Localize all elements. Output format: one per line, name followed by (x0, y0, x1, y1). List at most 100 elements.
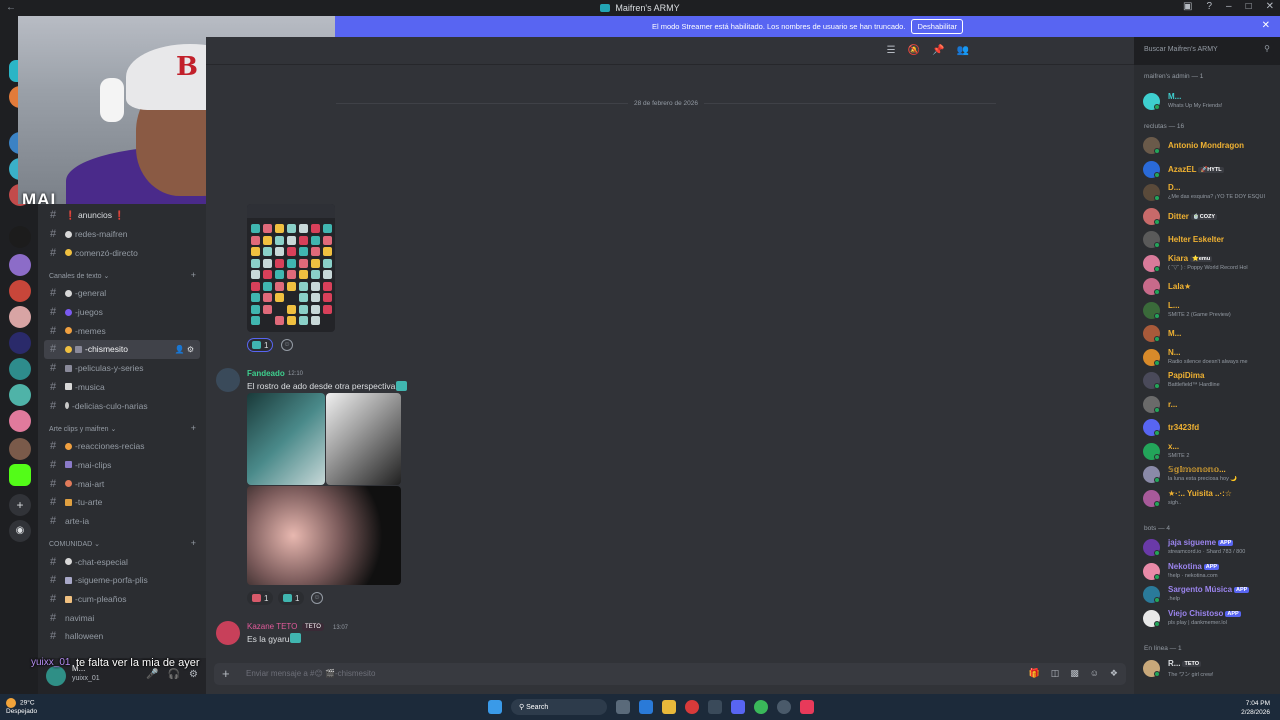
music-app-icon[interactable] (800, 700, 814, 714)
member-item[interactable]: M... Whats Up My Friends! (1143, 91, 1279, 113)
channel-delicias-culo-narias[interactable]: # -delicias-culo-narias (38, 396, 206, 415)
member-item[interactable]: 𝕊𝕘𝕚𝕞𝕠𝕟𝕠𝕟𝕠... la luna esta preciosa hoy 🌙 (1143, 464, 1279, 486)
channel-general[interactable]: # -general (38, 284, 206, 303)
message-author[interactable]: Fandeado (247, 369, 285, 378)
back-arrow-icon[interactable]: ← (6, 2, 16, 13)
channel-chismesito[interactable]: # -chismesito 👤 ⚙ (44, 340, 200, 359)
member-item[interactable]: Ditter 🍵COZY (1143, 206, 1279, 228)
category-header[interactable]: COMUNIDAD ⌄ + (38, 530, 206, 552)
reaction-button[interactable]: 1 (278, 591, 305, 605)
member-item[interactable]: Viejo Chistoso APP pls play | dankmemer.lo… (1143, 608, 1279, 630)
member-item[interactable]: Nekotina APP !help · nekotina.com (1143, 561, 1279, 583)
app-icon[interactable] (708, 700, 722, 714)
file-explorer-icon[interactable] (662, 700, 676, 714)
member-item[interactable]: jaja sigueme APP streamcord.io · Shard 783… (1143, 537, 1279, 559)
member-item[interactable]: D... ¿Me das esquina? ¡YO TE DOY ESQUI (1143, 182, 1279, 204)
weather-widget[interactable]: 29°C Despejado (6, 698, 37, 716)
gif-icon[interactable]: ◫ (1051, 668, 1060, 679)
add-server-icon[interactable]: + (9, 494, 31, 516)
member-item[interactable]: Lala★ (1143, 276, 1279, 298)
member-item[interactable]: Kiara ⭐emu( ˘▽˘ ) : Poppy World Record Ho… (1143, 253, 1279, 275)
member-item[interactable]: AzazEL 🚀HYTL (1143, 159, 1279, 181)
add-channel-icon[interactable]: + (191, 270, 196, 280)
channel-sigueme-porfa-plis[interactable]: # -sigueme-porfa-plis (38, 571, 206, 590)
notifications-icon[interactable]: 🔕 (908, 45, 920, 56)
channel-cum-pleanos[interactable]: # -cum-pleaños (38, 590, 206, 609)
windows-start-icon[interactable] (488, 700, 502, 714)
member-list-icon[interactable]: 👥 (957, 45, 969, 56)
member-item[interactable]: Antonio Mondragon (1143, 135, 1279, 157)
channel-comenzo-directo[interactable]: # comenzó-directo (38, 243, 206, 262)
emoji-icon[interactable]: ☺ (1090, 668, 1099, 679)
channel-reacciones-recias[interactable]: # -reacciones-recias (38, 437, 206, 456)
member-item[interactable]: r... (1143, 394, 1279, 416)
member-item[interactable]: Sargento Música APP .help (1143, 584, 1279, 606)
discord-taskbar-icon[interactable] (731, 700, 745, 714)
system-clock[interactable]: 7:04 PM 2/28/2026 (1241, 699, 1270, 717)
member-item[interactable]: ★·:.. Yuisita ..·:☆ sigh.. (1143, 488, 1279, 510)
avatar[interactable] (216, 368, 240, 392)
channel-redes-maifren[interactable]: # redes-maifren (38, 225, 206, 244)
task-view-icon[interactable] (616, 700, 630, 714)
channel-tu-arte[interactable]: # -tu-arte (38, 493, 206, 512)
member-item[interactable]: L... SMITE 2 (Game Preview) (1143, 300, 1279, 322)
member-item[interactable]: M... (1143, 323, 1279, 345)
taskbar-search[interactable]: ⚲ Search (511, 699, 607, 715)
channel-arte-ia[interactable]: # arte-ia (38, 512, 206, 531)
channel-navimai[interactable]: # navimai (38, 608, 206, 627)
server-icon[interactable] (9, 410, 31, 432)
category-header[interactable]: Canales de texto ⌄ + (38, 262, 206, 284)
threads-icon[interactable]: ☰ (887, 45, 896, 56)
opera-icon[interactable] (685, 700, 699, 714)
member-item[interactable]: PapiDima Battlefield™ Hardline (1143, 370, 1279, 392)
gift-icon[interactable]: 🎁 (1028, 668, 1039, 679)
member-item[interactable]: tr3423fd (1143, 417, 1279, 439)
add-channel-icon[interactable]: + (191, 423, 196, 433)
message-image-stickers[interactable] (247, 204, 335, 332)
search-input[interactable]: Buscar Maifren's ARMY ⚲ (1140, 43, 1274, 57)
avatar[interactable] (216, 621, 240, 645)
message-image-3[interactable] (247, 486, 401, 585)
disable-streamer-button[interactable]: Deshabilitar (911, 19, 964, 34)
help-icon[interactable]: ? (1206, 1, 1212, 12)
pin-icon[interactable]: 📌 (932, 45, 944, 56)
maximize-button[interactable]: □ (1246, 1, 1252, 12)
channel-anuncios[interactable]: # ❗ anuncios ❗ (38, 206, 206, 225)
discover-icon[interactable]: ◉ (9, 520, 31, 542)
server-icon[interactable] (9, 358, 31, 380)
channel-chat-especial[interactable]: # -chat-especial (38, 552, 206, 571)
message-image-1[interactable] (247, 393, 325, 485)
member-item[interactable]: N... Radio silence doesn't always me (1143, 347, 1279, 369)
channel-mai-art[interactable]: # -mai-art (38, 474, 206, 493)
server-icon[interactable] (9, 384, 31, 406)
message-author[interactable]: Kazane TETO (247, 622, 297, 631)
chrome-icon[interactable] (754, 700, 768, 714)
server-icon[interactable] (9, 306, 31, 328)
message-composer[interactable]: + Enviar mensaje a #😊 🎬-chismesito 🎁 ◫ ▩… (214, 663, 1126, 685)
channel-mai-clips[interactable]: # -mai-clips (38, 456, 206, 475)
member-item[interactable]: x... SMITE 2 (1143, 441, 1279, 463)
server-icon[interactable] (9, 226, 31, 248)
minimize-button[interactable]: – (1226, 1, 1232, 12)
edge-icon[interactable] (639, 700, 653, 714)
server-icon[interactable] (9, 332, 31, 354)
attach-plus-icon[interactable]: + (222, 666, 230, 681)
close-window-button[interactable]: ✕ (1266, 1, 1274, 12)
add-channel-icon[interactable]: + (191, 538, 196, 548)
close-icon[interactable]: ✕ (1262, 20, 1270, 31)
avatar[interactable] (46, 666, 66, 686)
settings-gear-icon[interactable]: ⚙ (187, 345, 194, 354)
member-item[interactable]: R... TETO The ワン girl crew! (1143, 658, 1279, 680)
channel-juegos[interactable]: # -juegos (38, 303, 206, 322)
category-header[interactable]: Arte clips y maifren ⌄ + (38, 415, 206, 437)
add-reaction-icon[interactable]: ☺ (281, 339, 293, 351)
reaction-button[interactable]: 1 (247, 591, 274, 605)
add-reaction-icon[interactable]: ☺ (311, 592, 323, 604)
channel-halloween[interactable]: # halloween (38, 627, 206, 646)
sticker-icon[interactable]: ▩ (1070, 668, 1079, 679)
channel-peliculas-y-series[interactable]: # -peliculas-y-series (38, 359, 206, 378)
server-icon[interactable] (9, 254, 31, 276)
settings-icon[interactable] (777, 700, 791, 714)
user-settings-gear-icon[interactable]: ⚙ (189, 669, 198, 680)
invite-icon[interactable]: 👤 (175, 345, 185, 354)
